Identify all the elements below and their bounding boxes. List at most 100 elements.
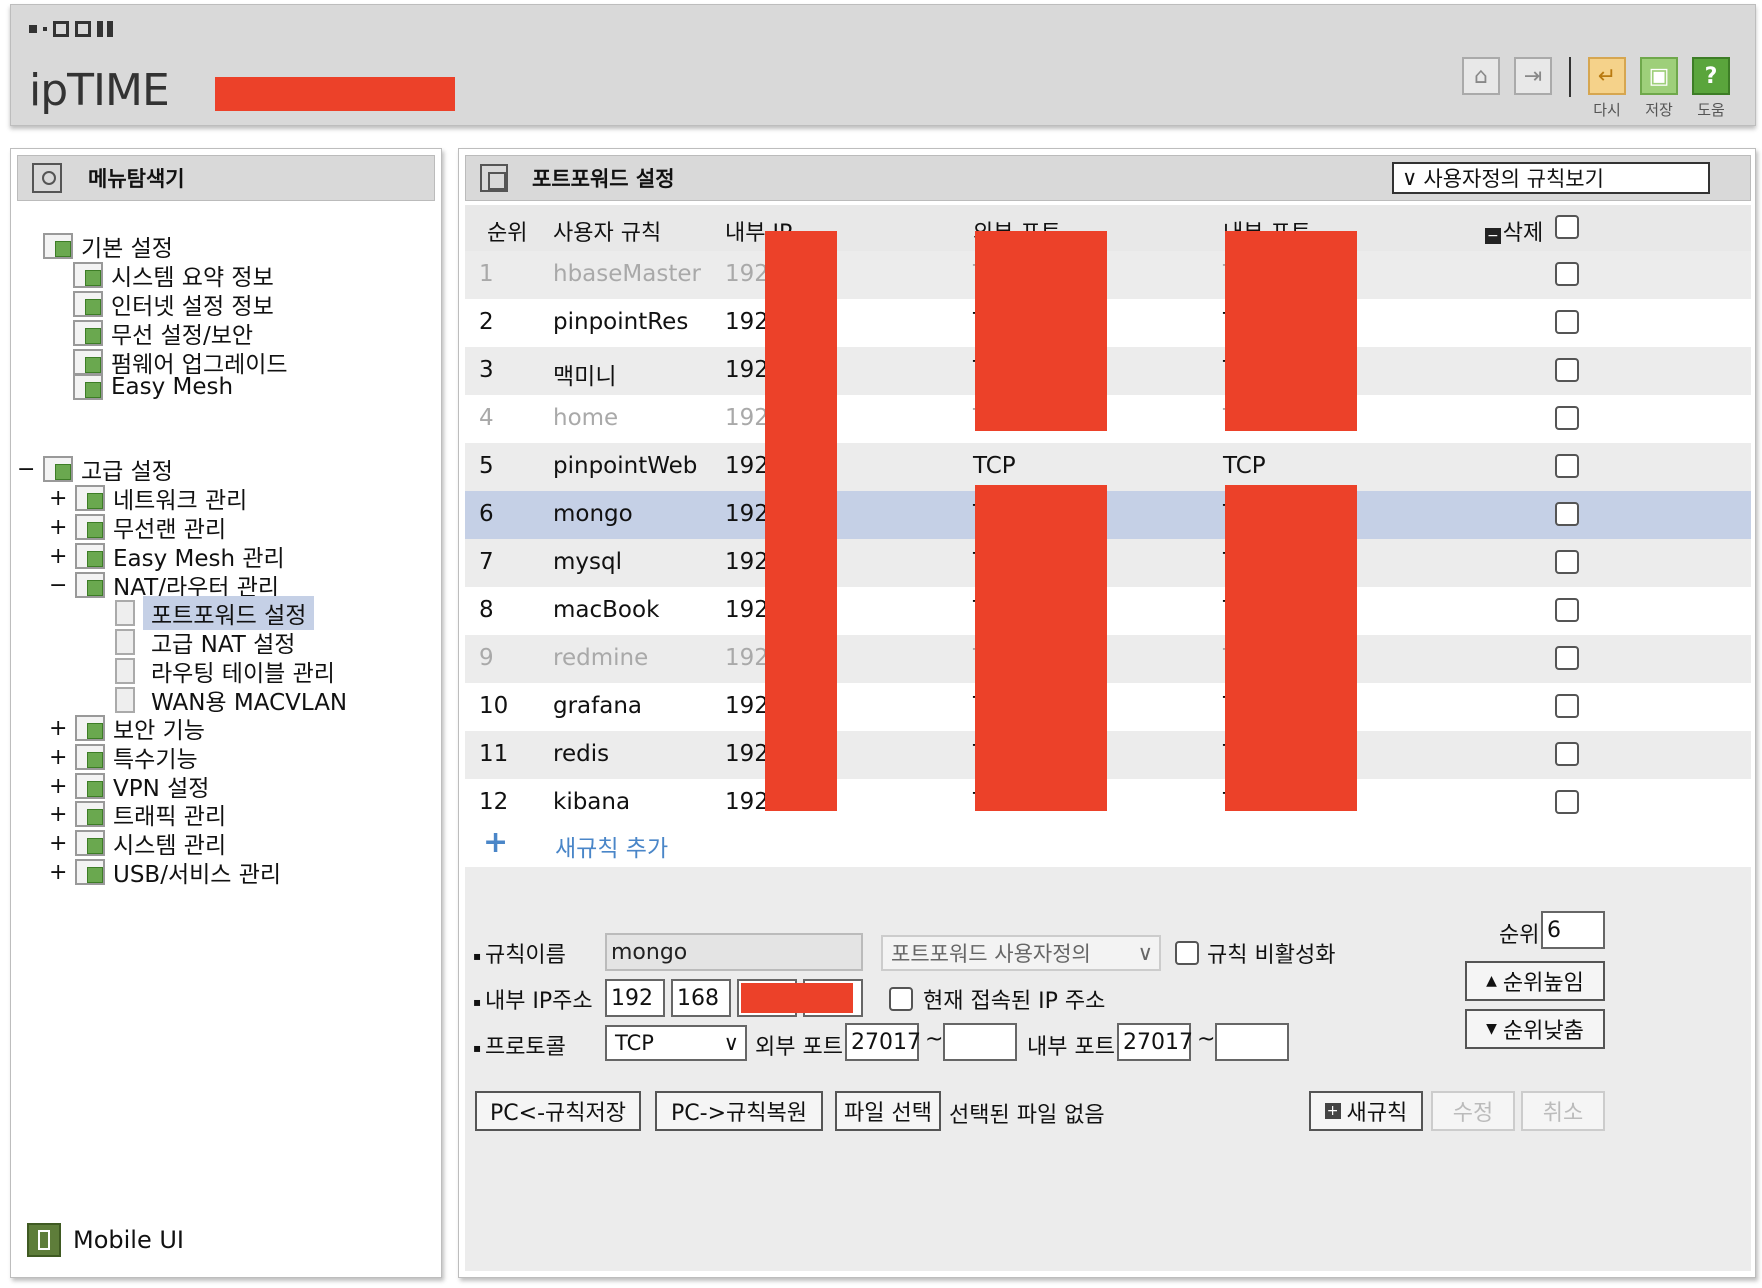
menu-explorer-panel: 메뉴탐색기 기본 설정 시스템 요약 정보 인터넷 설정 정보 무선 설정/보안… — [10, 148, 442, 1278]
table-row[interactable]: 5pinpointWeb192.168.TCPTCP — [465, 443, 1751, 491]
delete-checkbox[interactable] — [1555, 454, 1579, 478]
search-icon — [32, 163, 62, 193]
order-input[interactable]: 6 — [1541, 911, 1605, 949]
chevron-down-icon: ∨ — [723, 1031, 739, 1055]
order-down-button[interactable]: ▼ 순위낮춤 — [1465, 1009, 1605, 1049]
table-row[interactable]: 1hbaseMaster192.168.TCPTCP — [465, 251, 1751, 299]
logo-dots — [29, 21, 113, 37]
col-delete: − 삭제 — [1485, 221, 1544, 246]
redacted-int-port — [1225, 485, 1357, 811]
help-button[interactable]: ? 도움 — [1691, 57, 1731, 120]
tree-item-usb[interactable]: + USB/서비스 관리 — [49, 855, 281, 889]
chart-icon — [75, 830, 105, 856]
table-header: 순위 사용자 규칙 내부 IP 외부 포트 내부 포트 −삭제 — [465, 205, 1751, 251]
folder-icon — [43, 456, 73, 482]
delete-checkbox[interactable] — [1555, 502, 1579, 526]
delete-checkbox[interactable] — [1555, 790, 1579, 814]
cell-rule-name: kibana — [553, 789, 631, 815]
expand-icon[interactable]: + — [49, 802, 67, 827]
rule-view-select[interactable]: ∨ 사용자정의 규칙보기 — [1392, 162, 1710, 194]
mobile-ui-link[interactable]: Mobile UI — [27, 1223, 184, 1257]
select-all-checkbox[interactable] — [1555, 215, 1579, 239]
tree-item-easy-mesh[interactable]: Easy Mesh — [73, 374, 233, 400]
save-button[interactable]: ▣ 저장 — [1639, 57, 1679, 120]
expand-icon[interactable]: + — [49, 716, 67, 741]
delete-checkbox[interactable] — [1555, 598, 1579, 622]
usb-icon — [75, 859, 105, 885]
save-icon: ▣ — [1640, 57, 1678, 95]
delete-checkbox[interactable] — [1555, 262, 1579, 286]
cancel-button[interactable]: 취소 — [1521, 1091, 1605, 1131]
ip-octet-1[interactable]: 192 — [605, 979, 665, 1017]
cell-order: 11 — [479, 741, 509, 767]
cell-rule-name: hbaseMaster — [553, 261, 701, 287]
table-row[interactable]: 2pinpointRes192.168.TCPTCP — [465, 299, 1751, 347]
cell-order: 4 — [479, 405, 494, 431]
ip-octet-2[interactable]: 168 — [671, 979, 731, 1017]
collapse-icon[interactable]: − — [17, 457, 35, 482]
header-separator — [1569, 57, 1571, 97]
delete-checkbox[interactable] — [1555, 550, 1579, 574]
file-select-button[interactable]: 파일 선택 — [835, 1091, 941, 1131]
wifi-icon — [75, 514, 105, 540]
delete-checkbox[interactable] — [1555, 646, 1579, 670]
logout-button[interactable]: ⇥ — [1513, 57, 1553, 99]
collapse-icon[interactable]: − — [49, 573, 67, 598]
special-icon — [75, 744, 105, 770]
page-icon — [115, 658, 135, 684]
table-row[interactable]: 3맥미니192.168.TCPTCP — [465, 347, 1751, 395]
page-icon — [115, 687, 135, 713]
table-row[interactable]: 4home192.168.TCPTCP — [465, 395, 1751, 443]
reload-icon: ↵ — [1588, 57, 1626, 95]
table-row[interactable]: 6mongo192.168.TCP(27017)TCP(27017) — [465, 491, 1751, 539]
rule-type-select[interactable]: 포트포워드 사용자정의 ∨ — [881, 935, 1161, 971]
table-row[interactable]: 8macBook192.168.TCPTCP — [465, 587, 1751, 635]
disable-rule-checkbox[interactable] — [1175, 941, 1199, 965]
ext-port-end-input[interactable] — [943, 1023, 1017, 1061]
cell-external-port: TCP — [973, 453, 1016, 479]
expand-icon[interactable]: + — [49, 515, 67, 540]
delete-checkbox[interactable] — [1555, 310, 1579, 334]
expand-icon[interactable]: + — [49, 860, 67, 885]
protocol-select[interactable]: TCP ∨ — [605, 1025, 747, 1061]
current-ip-checkbox[interactable] — [889, 987, 913, 1011]
ext-port-start-input[interactable]: 27017 — [845, 1023, 921, 1061]
expand-icon[interactable]: + — [49, 486, 67, 511]
delete-checkbox[interactable] — [1555, 742, 1579, 766]
expand-icon[interactable]: + — [49, 745, 67, 770]
home-button[interactable]: ⌂ — [1461, 57, 1501, 99]
restore-rules-from-pc-button[interactable]: PC->규칙복원 — [655, 1091, 823, 1131]
delete-checkbox[interactable] — [1555, 406, 1579, 430]
int-port-start-input[interactable]: 27017 — [1117, 1023, 1193, 1061]
modify-button[interactable]: 수정 — [1431, 1091, 1515, 1131]
redacted-model — [215, 77, 455, 111]
cell-order: 9 — [479, 645, 494, 671]
table-row[interactable]: 11redis192.168.TCPTCP — [465, 731, 1751, 779]
int-port-end-input[interactable] — [1215, 1023, 1289, 1061]
cell-order: 6 — [479, 501, 494, 527]
table-row[interactable]: 7mysql192.168.TCPTCP — [465, 539, 1751, 587]
expand-icon[interactable]: + — [49, 831, 67, 856]
add-rule-row[interactable]: + 새규칙 추가 — [465, 819, 1751, 867]
table-row[interactable]: 10grafana192.168.TCPTCP — [465, 683, 1751, 731]
save-rules-to-pc-button[interactable]: PC<-규칙저장 — [475, 1091, 641, 1131]
reload-button[interactable]: ↵ 다시 — [1587, 57, 1627, 120]
new-rule-button[interactable]: + 새규칙 — [1309, 1091, 1423, 1131]
order-up-button[interactable]: ▲ 순위높임 — [1465, 961, 1605, 1001]
delete-checkbox[interactable] — [1555, 694, 1579, 718]
expand-icon[interactable]: + — [49, 774, 67, 799]
rule-name-input[interactable]: mongo — [605, 933, 863, 971]
cell-internal-port: TCP — [1223, 453, 1266, 479]
upgrade-icon — [73, 349, 103, 375]
redacted-ip — [765, 231, 837, 811]
expand-icon[interactable]: + — [49, 544, 67, 569]
panel-title-bar: 포트포워드 설정 ∨ 사용자정의 규칙보기 — [465, 155, 1751, 201]
home-icon: ⌂ — [1462, 57, 1500, 95]
page-icon — [115, 600, 135, 626]
vpn-icon — [75, 773, 105, 799]
table-row[interactable]: 9redmine192.168.TCPTCP — [465, 635, 1751, 683]
col-order: 순위 — [487, 221, 528, 246]
delete-checkbox[interactable] — [1555, 358, 1579, 382]
add-rule-link[interactable]: 새규칙 추가 — [555, 829, 668, 863]
triangle-up-icon: ▲ — [1486, 973, 1497, 989]
